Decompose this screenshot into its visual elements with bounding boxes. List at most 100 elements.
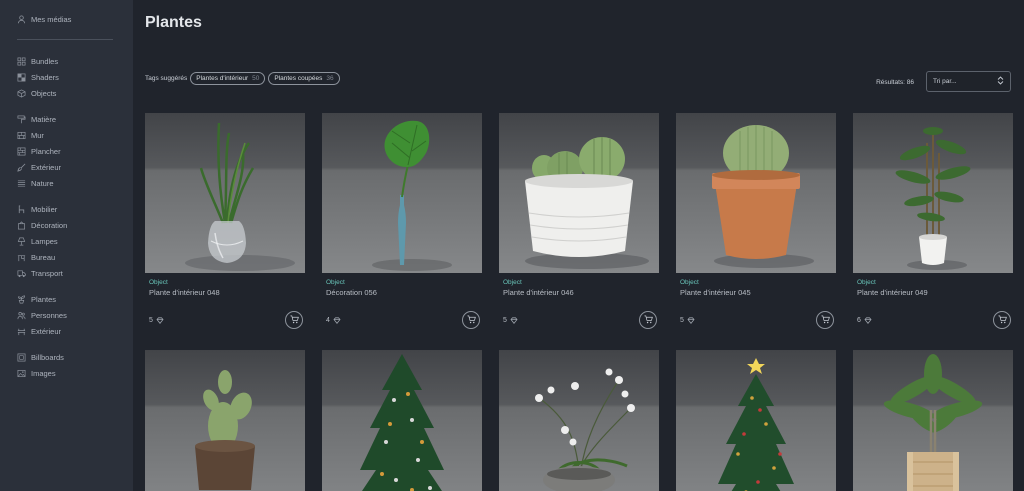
asset-thumbnail[interactable] [145,350,305,491]
asset-thumbnail[interactable] [145,113,305,273]
cart-icon [820,311,830,329]
sidebar-item-matiere[interactable]: Matière [0,111,133,127]
likes-count: 5 [503,317,507,324]
asset-thumbnail[interactable] [676,350,836,491]
asset-thumbnail[interactable] [853,113,1013,273]
asset-name[interactable]: Plante d'intérieur 049 [853,288,1013,297]
sidebar-item-exterieur[interactable]: Extérieur [0,159,133,175]
asset-card: Object Plante d'intérieur 049 6 [853,113,1013,331]
likes-count: 5 [149,317,153,324]
diamond-icon [687,317,695,324]
truck-icon [17,269,26,278]
asset-thumbnail[interactable] [499,113,659,273]
sidebar-item-mobilier[interactable]: Mobilier [0,201,133,217]
sidebar-item-mes-medias[interactable]: Mes médias [0,11,133,27]
asset-name[interactable]: Plante d'intérieur 046 [499,288,659,297]
sidebar: Mes médias Bundles Shaders Objects Matiè… [0,0,133,491]
asset-card [676,350,836,491]
tag-plantes-interieur[interactable]: Plantes d'intérieur 50 [190,72,266,85]
sidebar-item-lampes[interactable]: Lampes [0,233,133,249]
sidebar-item-label: Shaders [31,72,59,82]
sidebar-item-label: Nature [31,178,54,188]
sidebar-item-billboards[interactable]: Billboards [0,349,133,365]
sidebar-item-label: Lampes [31,236,58,246]
plant-icon [17,295,26,304]
asset-type: Object [503,279,522,286]
sidebar-item-personnes[interactable]: Personnes [0,307,133,323]
asset-name[interactable]: Décoration 056 [322,288,482,297]
floor-icon [17,147,26,156]
sidebar-item-bureau[interactable]: Bureau [0,249,133,265]
asset-card [499,350,659,491]
sort-select[interactable]: Tri par... [926,71,1011,92]
sidebar-item-shaders[interactable]: Shaders [0,69,133,85]
asset-thumbnail[interactable] [499,350,659,491]
prickly-pear-image [195,370,255,490]
main-content: Plantes Tags suggérés Plantes d'intérieu… [133,0,1024,491]
sidebar-item-mur[interactable]: Mur [0,127,133,143]
sidebar-item-plantes[interactable]: Plantes [0,291,133,307]
asset-name[interactable]: Plante d'intérieur 045 [676,288,836,297]
bamboo-pot-image [895,127,971,270]
asset-type: Object [149,279,168,286]
chevron-updown-icon [997,76,1004,87]
add-to-cart-button[interactable] [816,311,834,329]
sidebar-item-decoration[interactable]: Décoration [0,217,133,233]
asset-card [853,350,1013,491]
sidebar-item-label: Mes médias [31,14,72,24]
sidebar-item-label: Matière [31,114,57,124]
asset-thumbnail[interactable] [322,113,482,273]
tag-count: 36 [326,75,334,82]
cart-icon [466,311,476,329]
asset-card: Object Décoration 056 4 [322,113,482,331]
add-to-cart-button[interactable] [285,311,303,329]
cactus-white-pot-image [525,137,649,269]
sidebar-item-label: Plantes [31,294,57,304]
asset-thumbnail[interactable] [676,113,836,273]
sidebar-item-label: Transport [31,268,63,278]
sidebar-item-objects[interactable]: Objects [0,85,133,101]
sidebar-item-exterieur-2[interactable]: Extérieur [0,323,133,339]
asset-name[interactable]: Plante d'intérieur 048 [145,288,305,297]
asset-card [145,350,305,491]
sidebar-item-label: Décoration [31,220,68,230]
sidebar-item-label: Bureau [31,252,56,262]
app: Mes médias Bundles Shaders Objects Matiè… [0,0,1024,491]
sidebar-item-bundles[interactable]: Bundles [0,53,133,69]
sidebar-item-label: Extérieur [31,162,62,172]
checker-icon [17,73,26,82]
brick-icon [17,131,26,140]
diamond-icon [864,317,872,324]
sidebar-item-label: Mur [31,130,44,140]
sidebar-item-nature[interactable]: Nature [0,175,133,191]
tag-label: Plantes d'intérieur [196,75,249,82]
likes-count: 4 [326,317,330,324]
add-to-cart-button[interactable] [993,311,1011,329]
asset-likes: 4 [326,317,341,324]
tag-plantes-coupees[interactable]: Plantes coupées 36 [268,72,340,85]
paint-roller-icon [17,115,26,124]
sidebar-item-label: Personnes [31,310,67,320]
grass-vase-image [185,122,295,271]
add-to-cart-button[interactable] [639,311,657,329]
cube-icon [17,88,26,98]
sidebar-item-label: Images [31,368,56,378]
results-count: Résultats: 86 [876,79,914,86]
asset-thumbnail[interactable] [322,350,482,491]
sidebar-item-images[interactable]: Images [0,365,133,381]
palm-crate-image [883,354,983,491]
diamond-icon [333,317,341,324]
sidebar-item-transport[interactable]: Transport [0,265,133,281]
sidebar-item-plancher[interactable]: Plancher [0,143,133,159]
grid-icon [17,57,26,66]
asset-thumbnail[interactable] [853,350,1013,491]
asset-type: Object [680,279,699,286]
diamond-icon [510,317,518,324]
page-title: Plantes [145,14,202,31]
tag-label: Plantes coupées [274,75,323,82]
christmas-tree-star-image [718,358,794,491]
add-to-cart-button[interactable] [462,311,480,329]
suggested-tags: Tags suggérés Plantes d'intérieur 50 Pla… [145,72,340,85]
christmas-tree-image [360,354,444,491]
likes-count: 6 [857,317,861,324]
